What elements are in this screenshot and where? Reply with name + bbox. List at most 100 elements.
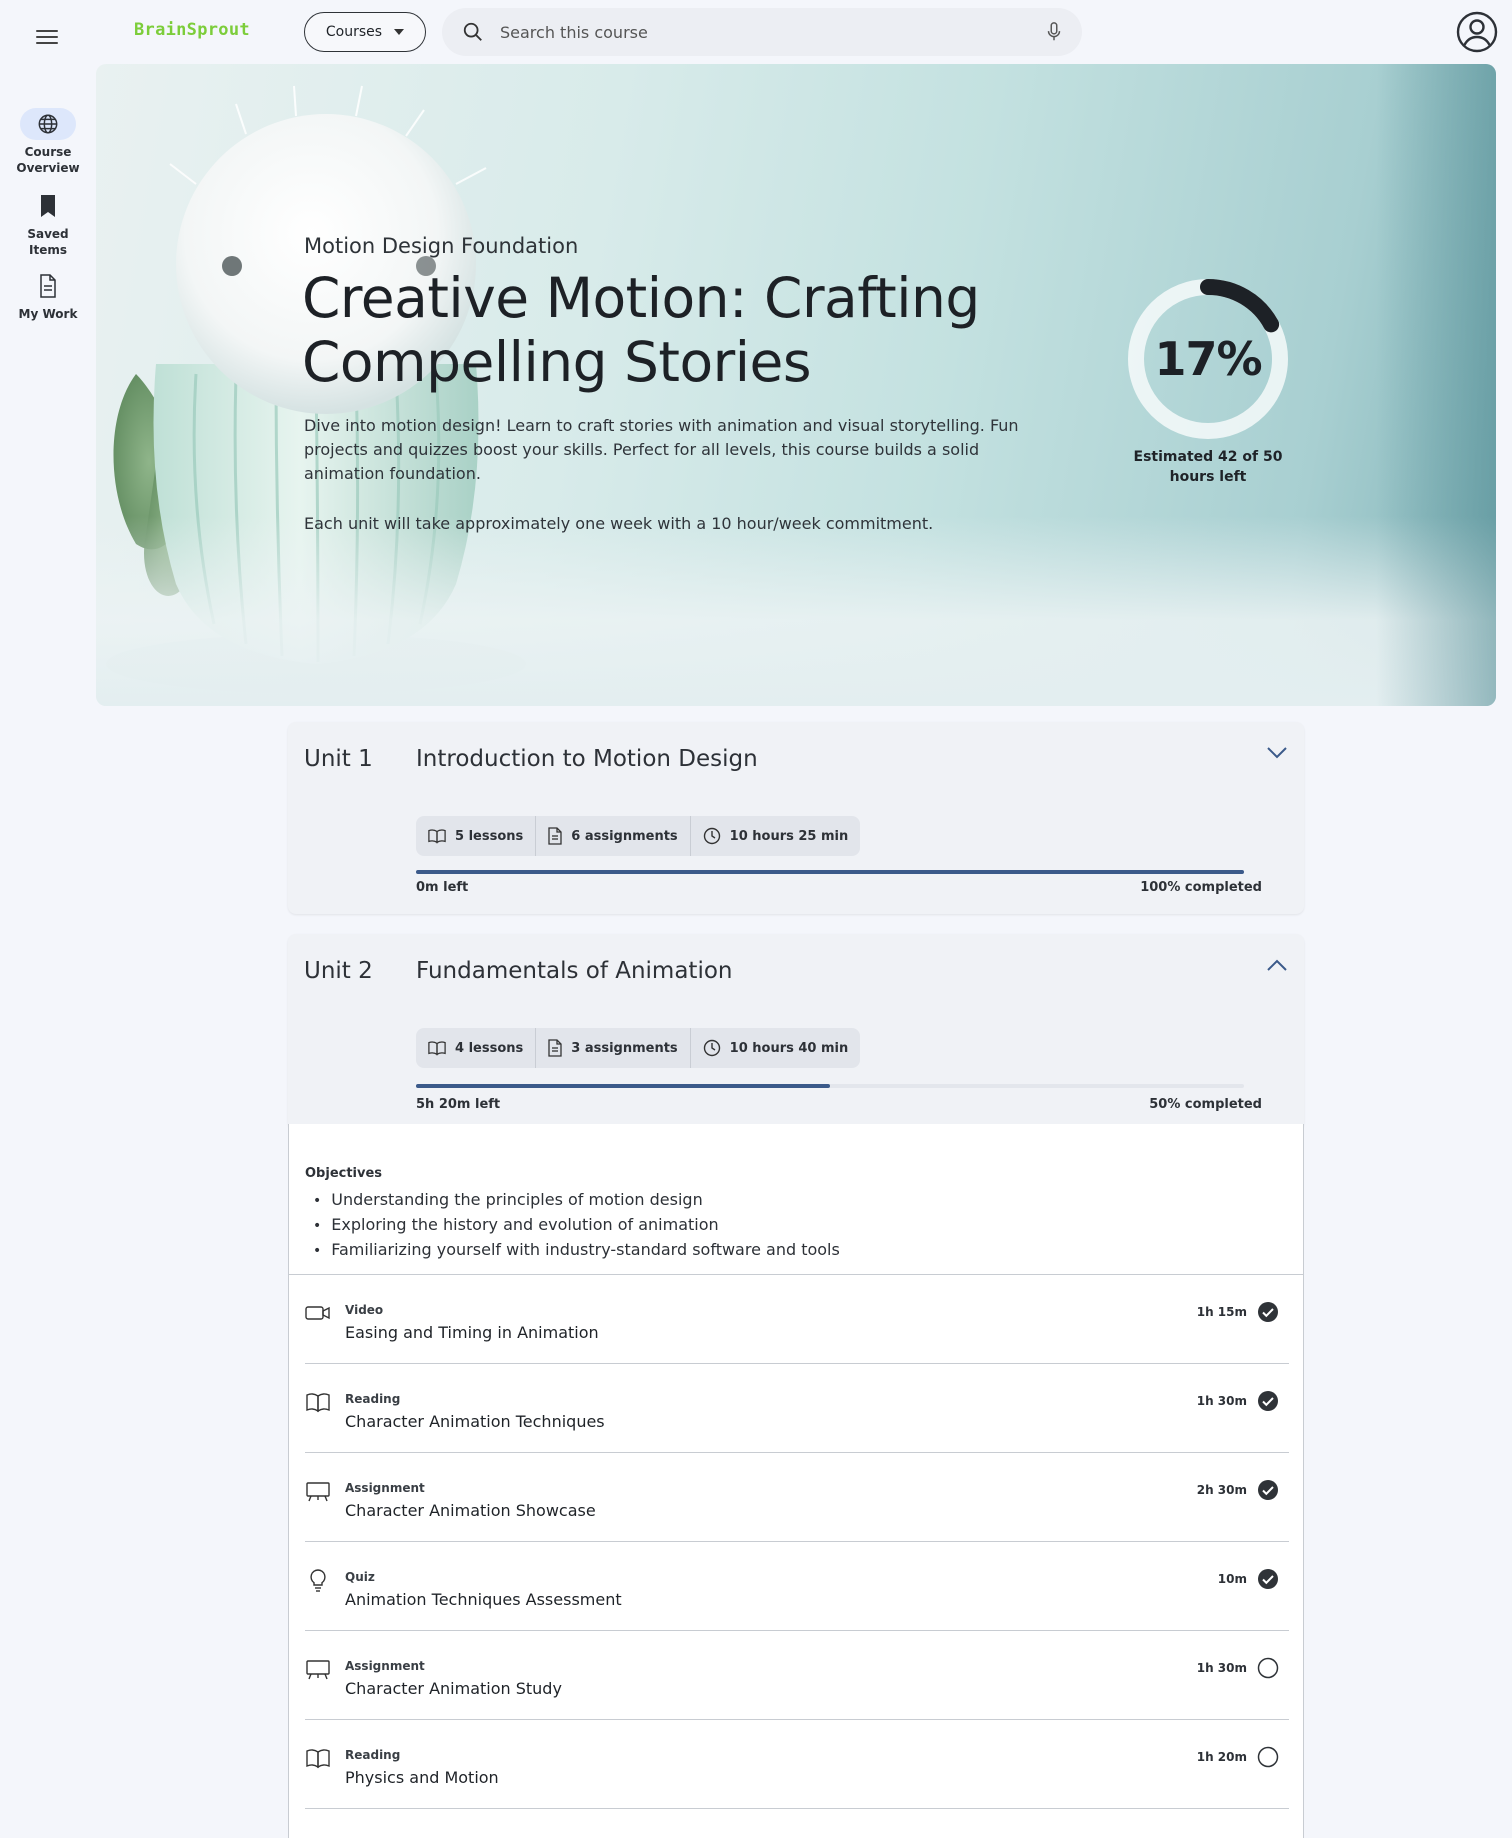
search-input[interactable] [500,22,1046,42]
courses-dropdown[interactable]: Courses [304,12,426,52]
menu-icon[interactable] [36,30,58,44]
item-title: Easing and Timing in Animation [345,1323,599,1342]
top-bar: BrainSprout Courses [0,0,1512,64]
microphone-icon[interactable] [1046,21,1062,43]
lesson-item[interactable]: Assignment Character Animation Showcase … [305,1453,1289,1542]
bookmark-icon [41,195,55,217]
document-icon [548,827,562,845]
item-duration: 2h 30m [1196,1483,1247,1497]
objectives-list: Understanding the principles of motion d… [313,1188,840,1263]
empty-circle-icon [1257,1746,1279,1768]
lesson-count: 5 lessons [455,828,524,844]
clock-icon [703,827,720,845]
nav-label: Saved Items [27,227,69,257]
chevron-down-icon[interactable] [1266,746,1288,760]
lesson-item[interactable]: Assignment Character Animation Study 1h … [305,1631,1289,1720]
hours-left-caption: Estimated 42 of 50 hours left [1133,449,1283,485]
brand-logo[interactable]: BrainSprout [134,20,250,40]
course-hero: Motion Design Foundation Creative Motion… [96,64,1496,706]
assignment-count: 6 assignments [571,828,678,844]
item-title: Character Animation Showcase [345,1501,596,1520]
nav-saved-items[interactable]: Saved Items [0,190,96,258]
item-title: Physics and Motion [345,1768,499,1787]
completed-label: 50% completed [1149,1097,1262,1112]
unit-progress-fill [416,870,1244,874]
item-type: Video [345,1303,384,1317]
check-circle-icon [1258,1391,1278,1411]
lesson-item[interactable]: Video Easing and Timing in Animation 1h … [305,1275,1289,1364]
easel-icon [306,1660,330,1680]
check-circle-icon [1258,1480,1278,1500]
unit-card-1[interactable]: Unit 1 Introduction to Motion Design 5 l… [288,722,1304,914]
course-commitment: Each unit will take approximately one we… [304,514,934,533]
clock-icon [703,1039,720,1057]
item-duration: 1h 15m [1196,1305,1247,1319]
unit-progress-track [416,870,1244,874]
unit-card-2[interactable]: Unit 2 Fundamentals of Animation 4 lesso… [288,934,1304,1130]
objective-item: Understanding the principles of motion d… [313,1188,840,1213]
lesson-count: 4 lessons [455,1040,524,1056]
easel-icon [306,1482,330,1502]
unit-progress-fill [416,1084,830,1088]
unit-number: Unit 1 [304,746,373,772]
unit-meta: 4 lessons 3 assignments 10 hours 40 min [416,1028,861,1068]
progress-ring: 17% [1126,277,1290,441]
item-duration: 1h 30m [1196,1394,1247,1408]
caret-down-icon [394,29,405,35]
lightbulb-icon [310,1569,326,1592]
course-description: Dive into motion design! Learn to craft … [304,416,1019,483]
globe-icon [38,114,58,134]
unit-title: Introduction to Motion Design [416,746,758,772]
nav-my-work[interactable]: My Work [0,270,96,322]
document-icon [40,274,56,298]
chevron-up-icon[interactable] [1266,958,1288,972]
unit-2-details: Objectives Understanding the principles … [288,1124,1304,1838]
item-title: Animation Techniques Assessment [345,1590,622,1609]
check-circle-icon [1258,1302,1278,1322]
book-icon [306,1749,330,1769]
unit-duration: 10 hours 40 min [729,1040,849,1056]
unit-number: Unit 2 [304,958,373,984]
book-icon [306,1393,330,1413]
book-icon [428,1041,446,1056]
objective-item: Familiarizing yourself with industry-sta… [313,1238,840,1263]
item-title: Character Animation Techniques [345,1412,605,1431]
lesson-item[interactable]: Reading Physics and Motion 1h 20m [305,1720,1289,1809]
nav-label: Course Overview [16,145,80,175]
unit-meta: 5 lessons 6 assignments 10 hours 25 min [416,816,861,856]
check-circle-icon [1258,1569,1278,1589]
item-type: Assignment [345,1659,425,1673]
search-icon[interactable] [462,21,484,43]
document-icon [548,1039,562,1057]
unit-progress-track [416,1084,1244,1088]
lesson-item[interactable]: Quiz Animation Techniques Assessment 10m [305,1542,1289,1631]
objectives-heading: Objectives [305,1166,383,1181]
time-left: 0m left [416,880,469,895]
video-icon [305,1306,330,1320]
unit-duration: 10 hours 25 min [729,828,849,844]
item-type: Assignment [345,1481,425,1495]
nav-label: My Work [18,307,78,321]
item-type: Quiz [345,1570,375,1584]
item-duration: 1h 20m [1196,1750,1247,1764]
time-left: 5h 20m left [416,1097,501,1112]
completed-label: 100% completed [1140,880,1262,895]
item-type: Reading [345,1392,401,1406]
course-subtitle: Motion Design Foundation [304,234,579,258]
assignment-count: 3 assignments [571,1040,678,1056]
nav-course-overview[interactable]: Course Overview [0,108,96,176]
search-bar [442,8,1082,56]
item-title: Character Animation Study [345,1679,562,1698]
lesson-item[interactable]: Reading Character Animation Techniques 1… [305,1364,1289,1453]
item-duration: 10m [1217,1572,1247,1586]
courses-label: Courses [325,24,383,40]
course-title: Creative Motion: Crafting Compelling Sto… [302,266,980,394]
objective-item: Exploring the history and evolution of a… [313,1213,840,1238]
item-type: Reading [345,1748,401,1762]
account-avatar-icon[interactable] [1456,11,1498,53]
book-icon [428,829,446,844]
item-duration: 1h 30m [1196,1661,1247,1675]
empty-circle-icon [1257,1657,1279,1679]
unit-title: Fundamentals of Animation [416,958,733,984]
progress-percent: 17% [1154,332,1262,386]
